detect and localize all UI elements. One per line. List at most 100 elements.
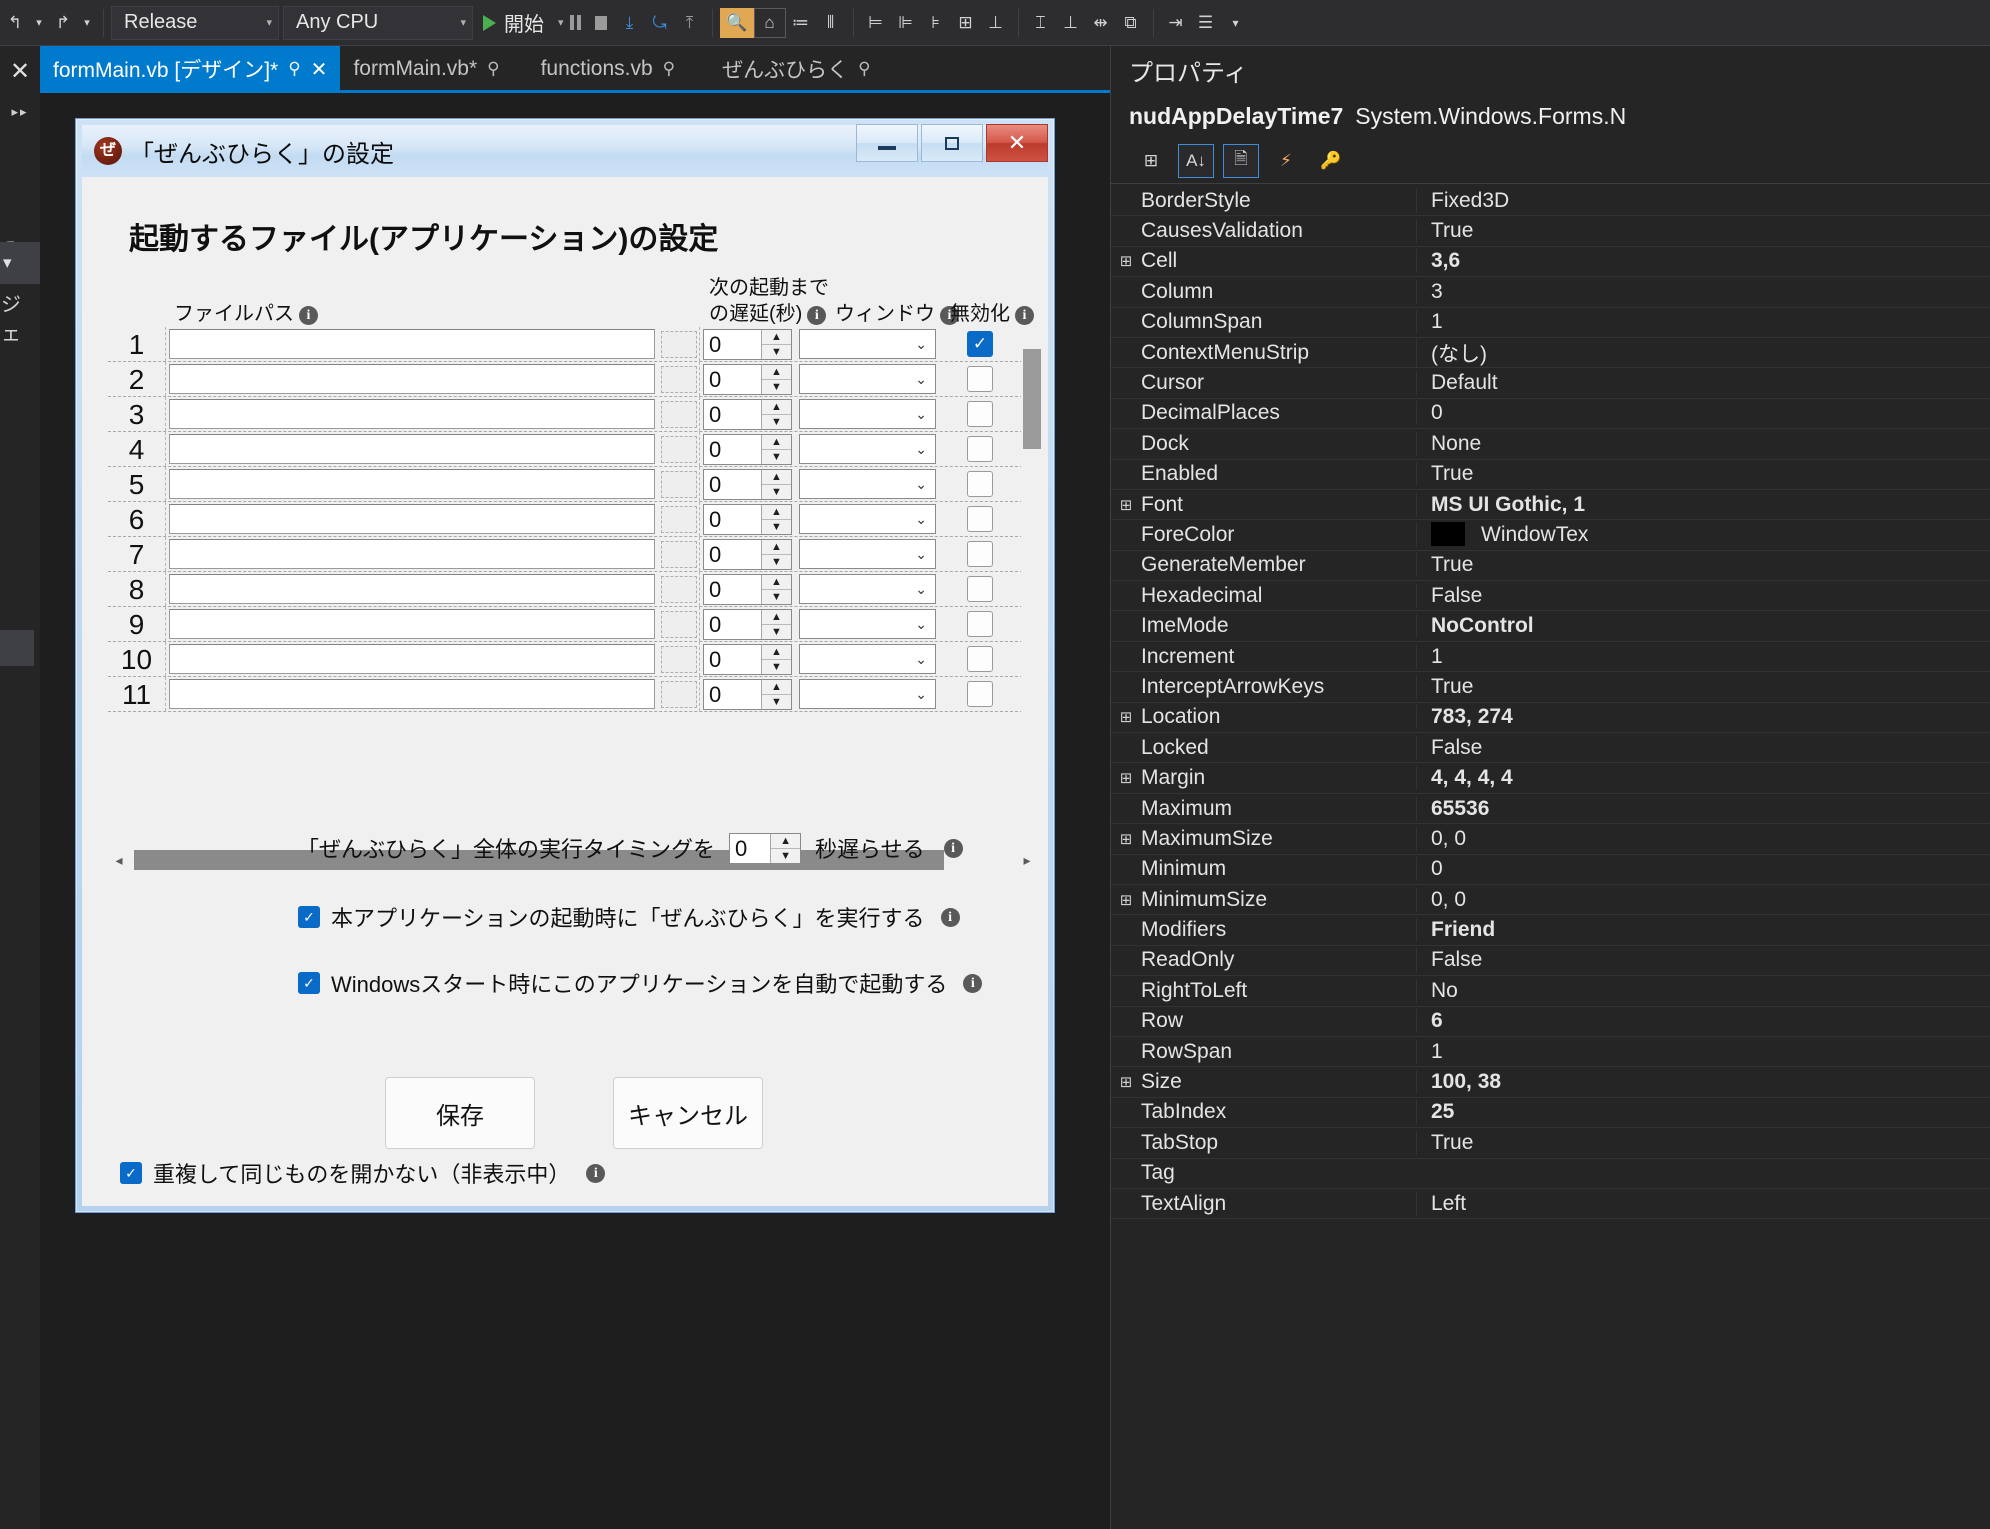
stepper-up-icon[interactable]: ▲ [762, 540, 791, 555]
property-value[interactable]: True [1416, 1130, 1990, 1155]
stepper-buttons[interactable]: ▲ ▼ [761, 434, 791, 464]
browse-button[interactable] [660, 366, 697, 393]
checkbox-indicator[interactable]: ✓ [298, 906, 320, 928]
row-filepath-cell[interactable] [166, 329, 658, 359]
row-window-cell[interactable]: ⌄ [795, 679, 940, 709]
row-filepath-cell[interactable] [166, 609, 658, 639]
delay-stepper[interactable]: 0 ▲ ▼ [703, 573, 792, 605]
expand-icon[interactable]: ⊞ [1111, 708, 1141, 726]
table-row[interactable]: 5 0 ▲ ▼ ⌄ [108, 467, 1038, 502]
properties-list[interactable]: BorderStyle Fixed3D CausesValidation True ⊞ C… [1111, 186, 1990, 1529]
property-value[interactable]: 4, 4, 4, 4 [1416, 766, 1990, 791]
property-value[interactable]: True [1416, 219, 1990, 244]
stepper-up-icon[interactable]: ▲ [762, 330, 791, 345]
property-row[interactable]: TextAlign Left [1111, 1189, 1990, 1220]
stepper-down-icon[interactable]: ▼ [762, 520, 791, 534]
property-value[interactable]: True [1416, 674, 1990, 699]
table-row[interactable]: 8 0 ▲ ▼ ⌄ [108, 572, 1038, 607]
stepper-up-icon[interactable]: ▲ [762, 400, 791, 415]
browse-button[interactable] [660, 681, 697, 708]
disable-checkbox[interactable] [967, 436, 993, 462]
stepper-down-icon[interactable]: ▼ [762, 415, 791, 429]
properties-page-icon[interactable]: 🗎 [1223, 143, 1259, 178]
scrollbar-thumb[interactable] [1023, 349, 1041, 449]
expand-icon[interactable]: ⊞ [1111, 769, 1141, 787]
property-row[interactable]: TabIndex 25 [1111, 1098, 1990, 1129]
step-into-icon[interactable]: ⤓ [615, 7, 645, 39]
row-filepath-cell[interactable] [166, 469, 658, 499]
window-select[interactable]: ⌄ [799, 539, 936, 569]
expand-icon[interactable]: ⊞ [1111, 891, 1141, 909]
row-window-cell[interactable]: ⌄ [795, 609, 940, 639]
property-row[interactable]: ⊞ Margin 4, 4, 4, 4 [1111, 763, 1990, 794]
stepper-up-icon[interactable]: ▲ [762, 505, 791, 520]
stepper-down-icon[interactable]: ▼ [762, 450, 791, 464]
table-row[interactable]: 1 0 ▲ ▼ ⌄ ✓ [108, 327, 1038, 362]
stepper-down-icon[interactable]: ▼ [762, 485, 791, 499]
property-value[interactable]: False [1416, 583, 1990, 608]
row-filepath-cell[interactable] [166, 574, 658, 604]
filepath-input[interactable] [169, 399, 655, 429]
window-select[interactable]: ⌄ [799, 399, 936, 429]
disable-checkbox[interactable] [967, 541, 993, 567]
row-delay-cell[interactable]: 0 ▲ ▼ [700, 573, 795, 605]
row-disable-cell[interactable] [940, 366, 1020, 392]
row-filepath-cell[interactable] [166, 679, 658, 709]
center-horizontally-icon[interactable]: ⇥ [1161, 7, 1191, 39]
spacing-icon[interactable]: ⇹ [1086, 7, 1116, 39]
row-browse-cell[interactable] [658, 537, 700, 571]
align-left-icon[interactable]: ⊨ [861, 7, 891, 39]
filepath-input[interactable] [169, 574, 655, 604]
property-row[interactable]: Minimum 0 [1111, 855, 1990, 885]
browse-button[interactable] [660, 611, 697, 638]
property-value[interactable]: WindowTex [1416, 522, 1990, 548]
toolbar-overflow-icon[interactable]: ▾ [1221, 7, 1251, 39]
stepper-down-icon[interactable]: ▼ [762, 555, 791, 569]
stop-icon[interactable] [594, 15, 607, 30]
row-window-cell[interactable]: ⌄ [795, 469, 940, 499]
property-value[interactable]: 3 [1416, 279, 1990, 304]
property-row[interactable]: GenerateMember True [1111, 551, 1990, 582]
property-row[interactable]: ImeMode NoControl [1111, 611, 1990, 642]
row-browse-cell[interactable] [658, 432, 700, 466]
lock-icon[interactable]: ☰ [1191, 7, 1221, 39]
window-select[interactable]: ⌄ [799, 434, 936, 464]
property-row[interactable]: BorderStyle Fixed3D [1111, 186, 1990, 217]
property-row[interactable]: Dock None [1111, 429, 1990, 460]
property-row[interactable]: TabStop True [1111, 1128, 1990, 1159]
row-delay-cell[interactable]: 0 ▲ ▼ [700, 398, 795, 430]
minimize-button[interactable] [856, 124, 918, 162]
property-value[interactable]: Default [1416, 371, 1990, 396]
pause-icon[interactable] [569, 15, 581, 30]
row-disable-cell[interactable] [940, 681, 1020, 707]
row-disable-cell[interactable]: ✓ [940, 331, 1020, 357]
row-filepath-cell[interactable] [166, 399, 658, 429]
stepper-down-icon[interactable]: ▼ [762, 380, 791, 394]
info-icon[interactable]: i [299, 306, 318, 325]
row-disable-cell[interactable] [940, 611, 1020, 637]
property-value[interactable]: 1 [1416, 644, 1990, 669]
stepper-up-icon[interactable]: ▲ [771, 834, 801, 849]
redo-icon[interactable]: ↱ [48, 7, 78, 39]
grid-vertical-scrollbar[interactable] [1021, 329, 1043, 809]
tab-formmain-code[interactable]: formMain.vb* ⚲ [340, 46, 512, 92]
row-delay-cell[interactable]: 0 ▲ ▼ [700, 433, 795, 465]
row-browse-cell[interactable] [658, 327, 700, 361]
stepper-down-icon[interactable]: ▼ [762, 625, 791, 639]
row-browse-cell[interactable] [658, 642, 700, 676]
row-window-cell[interactable]: ⌄ [795, 539, 940, 569]
browse-button[interactable] [660, 646, 697, 673]
property-row[interactable]: Increment 1 [1111, 642, 1990, 673]
undo-icon[interactable]: ↰ [0, 7, 30, 39]
pin-icon[interactable]: ⚲ [487, 59, 499, 79]
row-browse-cell[interactable] [658, 467, 700, 501]
row-delay-cell[interactable]: 0 ▲ ▼ [700, 678, 795, 710]
property-row[interactable]: ⊞ Size 100, 38 [1111, 1067, 1990, 1098]
row-disable-cell[interactable] [940, 471, 1020, 497]
property-row[interactable]: Locked False [1111, 733, 1990, 764]
disable-checkbox[interactable] [967, 366, 993, 392]
property-row[interactable]: RowSpan 1 [1111, 1037, 1990, 1068]
property-row[interactable]: ⊞ MinimumSize 0, 0 [1111, 885, 1990, 916]
order-icon[interactable]: ⧉ [1116, 7, 1146, 39]
stepper-up-icon[interactable]: ▲ [762, 365, 791, 380]
